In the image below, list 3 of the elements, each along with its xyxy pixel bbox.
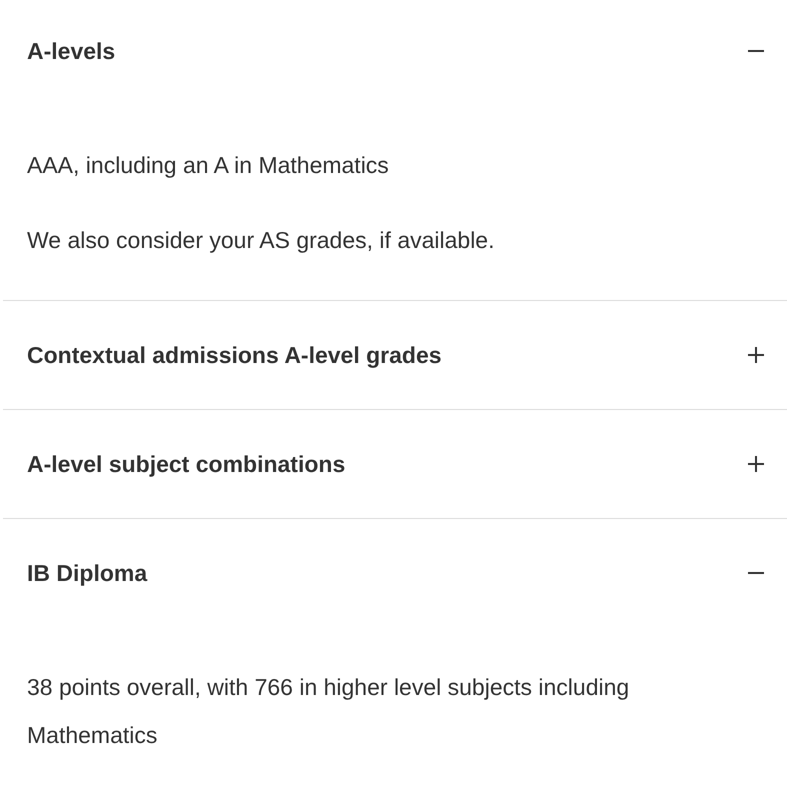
body-text: 38 points overall, with 766 in higher level subjects including Mathematics [27,673,630,750]
body-text: AAA, including an A in Mathematics [27,151,390,180]
body-text: We also consider your AS grades, if available. [27,226,496,255]
